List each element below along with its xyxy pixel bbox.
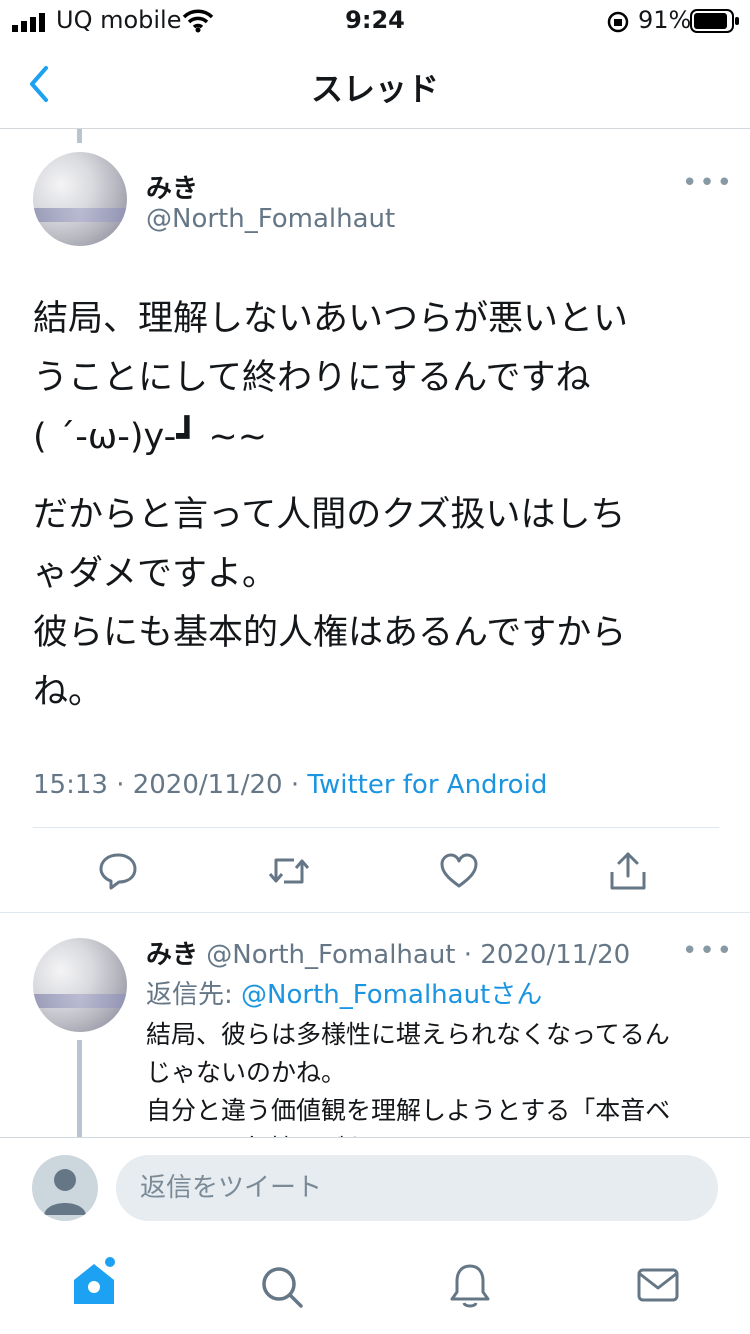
more-options-icon[interactable]: ••• [682,168,734,198]
page-title: スレッド [310,70,439,108]
tweet-meta: 15:13 · 2020/11/20 · Twitter for Android [33,770,547,800]
tab-home[interactable] [70,1256,120,1314]
replying-to: 返信先: @North_Fomalhautさん [146,974,542,1011]
tab-notifications[interactable] [448,1262,492,1314]
status-bar: UQ mobile 9:24 91% [0,0,750,42]
replying-to-label: 返信先: [146,980,242,1010]
tweet-timestamp: 15:13 · 2020/11/20 · [33,770,308,800]
divider [33,827,719,828]
reply-author-name[interactable]: みき [146,940,198,970]
divider [0,912,750,913]
retweet-button[interactable] [266,850,312,892]
author-name[interactable]: みき [146,168,198,205]
share-icon [610,852,646,890]
more-options-icon[interactable]: ••• [682,936,734,966]
search-icon [262,1267,303,1308]
author-handle[interactable]: @North_Fomalhaut [146,204,395,234]
retweet-icon [268,858,310,884]
reply-composer: 返信をツイート [0,1137,750,1236]
nav-bar: スレッド [0,42,750,129]
tweet-source-link[interactable]: Twitter for Android [307,770,547,800]
reply-header: みき @North_Fomalhaut · 2020/11/20 [146,934,630,971]
reply-avatar-image[interactable] [33,938,127,1032]
thread-line [77,129,82,143]
battery-icon [690,9,739,33]
user-avatar[interactable] [32,1155,98,1221]
thread-line [77,1040,82,1137]
battery-percentage: 91% [638,6,692,34]
tab-search[interactable] [259,1264,305,1314]
reply-input[interactable]: 返信をツイート [116,1155,718,1221]
like-button[interactable] [438,850,480,892]
replying-to-link[interactable]: @North_Fomalhautさん [241,980,542,1010]
notifications-icon [450,1264,490,1308]
avatar[interactable] [33,152,127,246]
like-icon [440,853,478,888]
reply-author-handle[interactable]: @North_Fomalhaut · 2020/11/20 [206,940,630,970]
reply-button[interactable] [97,850,139,892]
share-button[interactable] [607,850,649,892]
reply-icon [99,853,137,890]
home-icon [74,1257,115,1304]
reply-text: 結局、彼らは多様性に堪えられなくなってるん じゃないのかね。 自分と違う価値観を… [146,1020,671,1137]
orientation-lock-icon [607,11,629,33]
default-avatar-icon [44,1169,86,1215]
tab-bar [0,1236,750,1334]
tweet-text-1: 結局、理解しないあいつらが悪いとい うことにして終わりにするんですね ( ´-ω… [33,299,629,457]
messages-icon [637,1268,679,1302]
tweet-text-2: だからと言って人間のクズ扱いはしち ゃダメですよ。 彼らにも基本的人権はあるんで… [33,495,627,712]
tab-messages[interactable] [636,1266,680,1310]
